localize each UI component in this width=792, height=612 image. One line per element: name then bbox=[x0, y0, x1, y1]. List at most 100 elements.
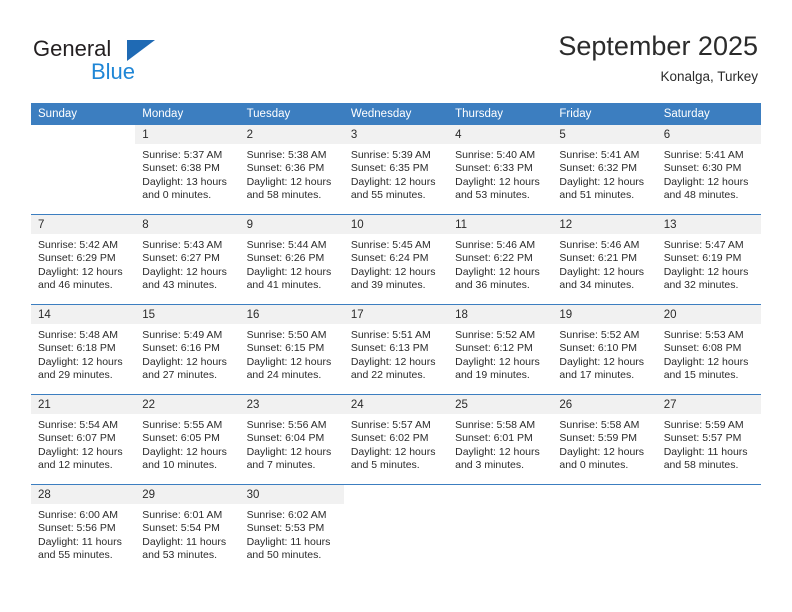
sunrise-text: Sunrise: 5:54 AM bbox=[38, 419, 118, 431]
day-cell[interactable]: 5 Sunrise: 5:41 AM Sunset: 6:32 PM Daylight… bbox=[552, 125, 657, 214]
weekday-header-monday: Monday bbox=[135, 103, 240, 125]
day-cell[interactable]: 2 Sunrise: 5:38 AM Sunset: 6:36 PM Daylight… bbox=[239, 125, 344, 214]
day-cell[interactable]: 23 Sunrise: 5:56 AM Sunset: 6:04 PM Dayligh… bbox=[239, 395, 344, 484]
daylight-text-line1: Daylight: 12 hours bbox=[142, 355, 227, 368]
calendar-day-cell[interactable]: 14 Sunrise: 5:48 AM Sunset: 6:18 PM Dayligh… bbox=[31, 304, 136, 395]
calendar-day-cell[interactable]: 27 Sunrise: 5:59 AM Sunset: 5:57 PM Dayligh… bbox=[656, 394, 761, 485]
calendar-day-cell[interactable]: 15 Sunrise: 5:49 AM Sunset: 6:16 PM Dayligh… bbox=[135, 304, 240, 395]
daylight-text-line1: Daylight: 12 hours bbox=[246, 175, 332, 188]
daylight-text-line1: Daylight: 12 hours bbox=[38, 265, 123, 278]
calendar-day-cell[interactable]: 18 Sunrise: 5:52 AM Sunset: 6:12 PM Dayligh… bbox=[448, 304, 553, 395]
calendar-day-cell[interactable]: 24 Sunrise: 5:57 AM Sunset: 6:02 PM Dayligh… bbox=[343, 394, 449, 485]
calendar-day-cell[interactable]: 19 Sunrise: 5:52 AM Sunset: 6:10 PM Dayligh… bbox=[552, 304, 657, 395]
day-cell-empty bbox=[344, 485, 448, 574]
day-cell[interactable]: 30 Sunrise: 6:02 AM Sunset: 5:53 PM Dayligh… bbox=[239, 485, 344, 574]
day-details: Sunrise: 5:39 AM Sunset: 6:35 PM Daylight:… bbox=[344, 144, 448, 203]
calendar-day-cell[interactable]: 11 Sunrise: 5:46 AM Sunset: 6:22 PM Dayligh… bbox=[448, 214, 553, 305]
day-details: Sunrise: 6:01 AM Sunset: 5:54 PM Daylight:… bbox=[135, 504, 239, 563]
day-cell[interactable]: 24 Sunrise: 5:57 AM Sunset: 6:02 PM Dayligh… bbox=[343, 395, 449, 484]
day-details: Sunrise: 5:49 AM Sunset: 6:16 PM Daylight:… bbox=[135, 324, 239, 383]
day-cell[interactable]: 21 Sunrise: 5:54 AM Sunset: 6:07 PM Dayligh… bbox=[31, 395, 136, 484]
day-cell[interactable]: 29 Sunrise: 6:01 AM Sunset: 5:54 PM Dayligh… bbox=[135, 485, 240, 574]
day-number: 12 bbox=[552, 215, 657, 234]
calendar-day-cell[interactable] bbox=[656, 484, 761, 574]
sunset-text: Sunset: 5:54 PM bbox=[142, 522, 220, 535]
calendar-day-cell[interactable]: 7 Sunrise: 5:42 AM Sunset: 6:29 PM Daylight… bbox=[31, 214, 136, 305]
daylight-text-line2: and 50 minutes. bbox=[246, 549, 322, 562]
day-cell[interactable]: 22 Sunrise: 5:55 AM Sunset: 6:05 PM Dayligh… bbox=[135, 395, 240, 484]
calendar-day-cell[interactable] bbox=[448, 484, 553, 574]
day-cell[interactable]: 16 Sunrise: 5:50 AM Sunset: 6:15 PM Dayligh… bbox=[239, 305, 344, 394]
calendar-day-cell[interactable]: 28 Sunrise: 6:00 AM Sunset: 5:56 PM Dayligh… bbox=[31, 484, 136, 574]
day-cell[interactable]: 7 Sunrise: 5:42 AM Sunset: 6:29 PM Daylight… bbox=[31, 215, 136, 304]
calendar-day-cell[interactable] bbox=[552, 484, 657, 574]
day-number: 17 bbox=[343, 305, 449, 324]
day-details: Sunrise: 5:58 AM Sunset: 6:01 PM Daylight:… bbox=[448, 414, 552, 473]
sunrise-text: Sunrise: 5:52 AM bbox=[455, 329, 536, 341]
calendar-day-cell[interactable]: 20 Sunrise: 5:53 AM Sunset: 6:08 PM Dayligh… bbox=[656, 304, 761, 395]
sunrise-text: Sunrise: 5:38 AM bbox=[246, 149, 327, 161]
daylight-text-line2: and 7 minutes. bbox=[246, 459, 316, 472]
day-number: 5 bbox=[552, 125, 657, 144]
calendar-day-cell[interactable]: 3 Sunrise: 5:39 AM Sunset: 6:35 PM Daylight… bbox=[343, 125, 449, 215]
day-cell[interactable]: 26 Sunrise: 5:58 AM Sunset: 5:59 PM Dayligh… bbox=[552, 395, 657, 484]
calendar-day-cell[interactable]: 4 Sunrise: 5:40 AM Sunset: 6:33 PM Daylight… bbox=[448, 125, 553, 215]
calendar-day-cell[interactable]: 30 Sunrise: 6:02 AM Sunset: 5:53 PM Dayligh… bbox=[239, 484, 344, 574]
calendar-week-row: 7 Sunrise: 5:42 AM Sunset: 6:29 PM Daylight… bbox=[31, 214, 761, 305]
day-cell[interactable]: 1 Sunrise: 5:37 AM Sunset: 6:38 PM Daylight… bbox=[135, 125, 240, 214]
calendar-day-cell[interactable]: 22 Sunrise: 5:55 AM Sunset: 6:05 PM Dayligh… bbox=[135, 394, 240, 485]
sunrise-text: Sunrise: 5:52 AM bbox=[559, 329, 640, 341]
day-cell[interactable]: 10 Sunrise: 5:45 AM Sunset: 6:24 PM Dayligh… bbox=[343, 215, 449, 304]
calendar-day-cell[interactable]: 23 Sunrise: 5:56 AM Sunset: 6:04 PM Dayligh… bbox=[239, 394, 344, 485]
calendar-day-cell[interactable]: 9 Sunrise: 5:44 AM Sunset: 6:26 PM Daylight… bbox=[239, 214, 344, 305]
brand-name-blue: Blue bbox=[91, 59, 136, 84]
calendar-day-cell[interactable]: 10 Sunrise: 5:45 AM Sunset: 6:24 PM Dayligh… bbox=[343, 214, 449, 305]
calendar-day-cell[interactable]: 26 Sunrise: 5:58 AM Sunset: 5:59 PM Dayligh… bbox=[552, 394, 657, 485]
sunset-text: Sunset: 6:21 PM bbox=[559, 252, 638, 265]
calendar-day-cell[interactable]: 2 Sunrise: 5:38 AM Sunset: 6:36 PM Daylight… bbox=[239, 125, 344, 215]
day-cell[interactable]: 17 Sunrise: 5:51 AM Sunset: 6:13 PM Dayligh… bbox=[343, 305, 449, 394]
calendar-day-cell[interactable]: 16 Sunrise: 5:50 AM Sunset: 6:15 PM Dayligh… bbox=[239, 304, 344, 395]
calendar-day-cell[interactable]: 6 Sunrise: 5:41 AM Sunset: 6:30 PM Daylight… bbox=[656, 125, 761, 215]
day-cell[interactable]: 4 Sunrise: 5:40 AM Sunset: 6:33 PM Daylight… bbox=[448, 125, 553, 214]
calendar-day-cell[interactable]: 5 Sunrise: 5:41 AM Sunset: 6:32 PM Daylight… bbox=[552, 125, 657, 215]
calendar-page: General Blue September 2025 Konalga, Tur… bbox=[0, 0, 792, 612]
day-cell[interactable]: 12 Sunrise: 5:46 AM Sunset: 6:21 PM Dayligh… bbox=[552, 215, 657, 304]
day-number: 19 bbox=[552, 305, 657, 324]
day-cell[interactable]: 13 Sunrise: 5:47 AM Sunset: 6:19 PM Dayligh… bbox=[656, 215, 761, 304]
calendar-day-cell[interactable]: 21 Sunrise: 5:54 AM Sunset: 6:07 PM Dayligh… bbox=[31, 394, 136, 485]
calendar-day-cell[interactable] bbox=[31, 125, 136, 215]
day-details: Sunrise: 5:56 AM Sunset: 6:04 PM Daylight:… bbox=[240, 414, 344, 473]
day-cell[interactable]: 8 Sunrise: 5:43 AM Sunset: 6:27 PM Daylight… bbox=[135, 215, 240, 304]
day-cell[interactable]: 28 Sunrise: 6:00 AM Sunset: 5:56 PM Dayligh… bbox=[31, 485, 136, 574]
day-number: 20 bbox=[656, 305, 761, 324]
day-details: Sunrise: 5:53 AM Sunset: 6:08 PM Daylight:… bbox=[657, 324, 761, 383]
day-cell[interactable]: 25 Sunrise: 5:58 AM Sunset: 6:01 PM Dayligh… bbox=[448, 395, 553, 484]
day-cell[interactable]: 19 Sunrise: 5:52 AM Sunset: 6:10 PM Dayligh… bbox=[552, 305, 657, 394]
calendar-day-cell[interactable]: 17 Sunrise: 5:51 AM Sunset: 6:13 PM Dayligh… bbox=[343, 304, 449, 395]
day-cell[interactable]: 3 Sunrise: 5:39 AM Sunset: 6:35 PM Daylight… bbox=[343, 125, 449, 214]
calendar-day-cell[interactable]: 1 Sunrise: 5:37 AM Sunset: 6:38 PM Daylight… bbox=[135, 125, 240, 215]
day-cell[interactable]: 18 Sunrise: 5:52 AM Sunset: 6:12 PM Dayligh… bbox=[448, 305, 553, 394]
brand-logo[interactable]: General Blue bbox=[33, 36, 193, 86]
day-number: 27 bbox=[656, 395, 761, 414]
day-cell[interactable]: 27 Sunrise: 5:59 AM Sunset: 5:57 PM Dayligh… bbox=[656, 395, 761, 484]
calendar-day-cell[interactable]: 8 Sunrise: 5:43 AM Sunset: 6:27 PM Daylight… bbox=[135, 214, 240, 305]
sunrise-text: Sunrise: 5:46 AM bbox=[455, 239, 536, 251]
day-cell[interactable]: 20 Sunrise: 5:53 AM Sunset: 6:08 PM Dayligh… bbox=[656, 305, 761, 394]
day-cell[interactable]: 9 Sunrise: 5:44 AM Sunset: 6:26 PM Daylight… bbox=[239, 215, 344, 304]
sunrise-text: Sunrise: 5:55 AM bbox=[142, 419, 223, 431]
daylight-text-line1: Daylight: 12 hours bbox=[350, 265, 436, 278]
daylight-text-line1: Daylight: 12 hours bbox=[246, 445, 332, 458]
calendar-day-cell[interactable]: 12 Sunrise: 5:46 AM Sunset: 6:21 PM Dayligh… bbox=[552, 214, 657, 305]
weekday-header-tuesday: Tuesday bbox=[239, 103, 344, 125]
daylight-text-line1: Daylight: 12 hours bbox=[455, 355, 540, 368]
day-cell[interactable]: 11 Sunrise: 5:46 AM Sunset: 6:22 PM Dayligh… bbox=[448, 215, 553, 304]
day-cell[interactable]: 14 Sunrise: 5:48 AM Sunset: 6:18 PM Dayligh… bbox=[31, 305, 136, 394]
day-cell[interactable]: 15 Sunrise: 5:49 AM Sunset: 6:16 PM Dayligh… bbox=[135, 305, 240, 394]
calendar-day-cell[interactable]: 29 Sunrise: 6:01 AM Sunset: 5:54 PM Dayligh… bbox=[135, 484, 240, 574]
calendar-day-cell[interactable]: 25 Sunrise: 5:58 AM Sunset: 6:01 PM Dayligh… bbox=[448, 394, 553, 485]
calendar-day-cell[interactable]: 13 Sunrise: 5:47 AM Sunset: 6:19 PM Dayligh… bbox=[656, 214, 761, 305]
calendar-day-cell[interactable] bbox=[343, 484, 449, 574]
day-cell[interactable]: 6 Sunrise: 5:41 AM Sunset: 6:30 PM Daylight… bbox=[656, 125, 761, 214]
